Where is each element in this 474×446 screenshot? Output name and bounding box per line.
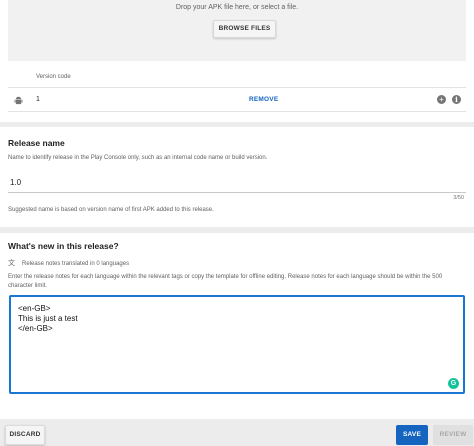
apk-dropzone[interactable]: Drop your APK file here, or select a fil… xyxy=(8,0,466,61)
release-notes-textarea[interactable]: <en-GB> This is just a test </en-GB> xyxy=(9,295,465,394)
whats-new-card: What's new in this release? 文 Release no… xyxy=(0,233,474,419)
version-code-header: Version code xyxy=(36,74,71,80)
release-name-suggestion: Suggested name is based on version name … xyxy=(8,207,214,213)
version-code-value: 1 xyxy=(36,96,40,103)
translated-languages-text: Release notes translated in 0 languages xyxy=(22,261,130,267)
character-counter: 3/50 xyxy=(453,195,464,201)
release-notes-description: Enter the release notes for each languag… xyxy=(8,274,443,289)
drop-instructions: Drop your APK file here, or select a fil… xyxy=(175,4,299,11)
android-icon xyxy=(14,96,23,105)
apk-card: Drop your APK file here, or select a fil… xyxy=(0,0,474,122)
release-name-card: Release name Name to identify release in… xyxy=(0,127,474,227)
release-name-title: Release name xyxy=(8,138,65,148)
apk-table-header: Version code xyxy=(8,68,466,88)
whats-new-title: What's new in this release? xyxy=(8,241,119,251)
grammarly-icon[interactable]: G xyxy=(448,378,459,389)
release-name-helper: Name to identify release in the Play Con… xyxy=(8,155,268,161)
browse-files-button[interactable]: BROWSE FILES xyxy=(213,20,276,38)
info-icon[interactable]: i xyxy=(452,95,461,104)
discard-button[interactable]: DISCARD xyxy=(5,425,45,445)
add-circle-icon[interactable]: + xyxy=(437,95,446,104)
remove-apk-link[interactable]: REMOVE xyxy=(249,96,278,103)
translated-languages: 文 Release notes translated in 0 language… xyxy=(8,260,129,268)
release-name-input[interactable] xyxy=(8,173,466,193)
table-row: 1 REMOVE + i xyxy=(8,88,466,112)
save-button[interactable]: SAVE xyxy=(396,425,428,445)
review-button[interactable]: REVIEW xyxy=(433,425,473,445)
translate-icon: 文 xyxy=(8,260,15,267)
apk-table: Version code 1 REMOVE + i xyxy=(8,68,466,112)
